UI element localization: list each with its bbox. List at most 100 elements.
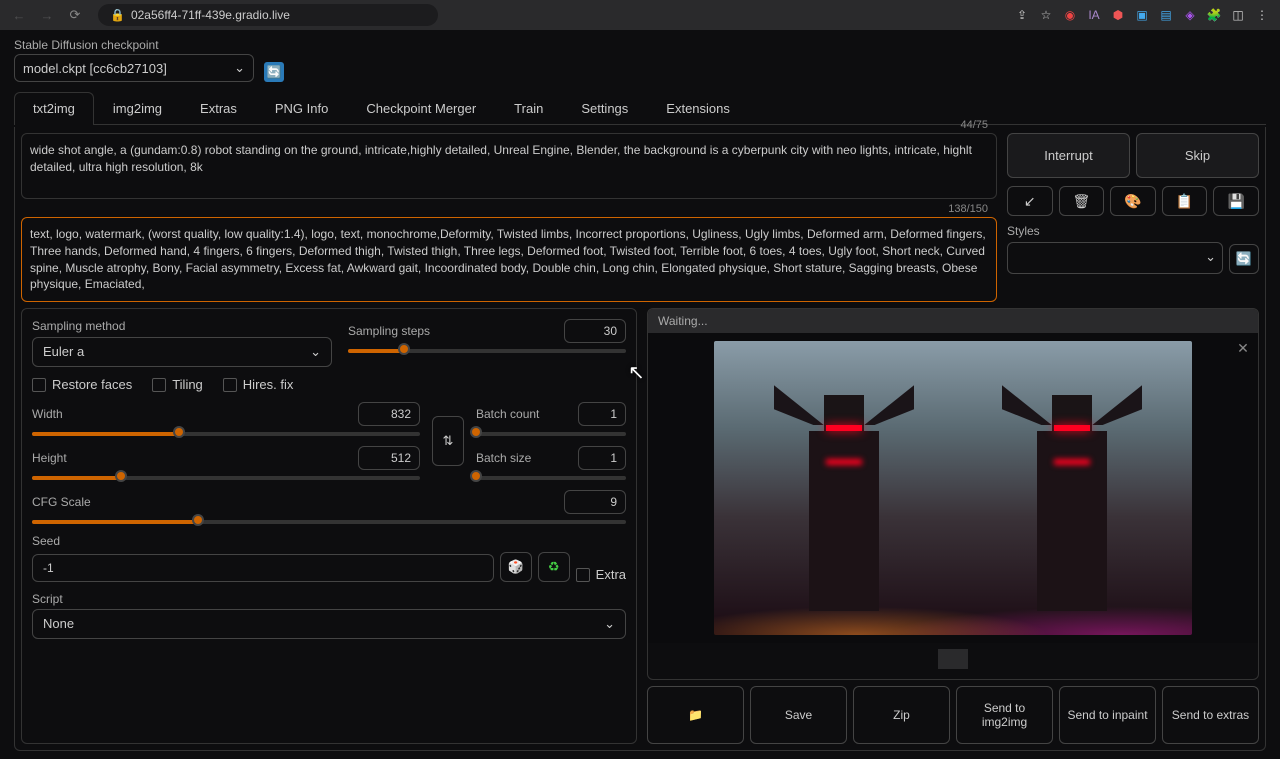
checkpoint-group: Stable Diffusion checkpoint model.ckpt [… <box>14 38 254 82</box>
batch-size-label: Batch size <box>476 451 531 465</box>
styles-select[interactable]: ⌄ <box>1007 242 1223 274</box>
prompt-textarea[interactable]: 44/75 wide shot angle, a (gundam:0.8) ro… <box>21 133 997 199</box>
width-slider[interactable] <box>32 432 420 436</box>
swap-dimensions-button[interactable]: ⇅ <box>432 416 464 466</box>
skip-button[interactable]: Skip <box>1136 133 1259 178</box>
negative-counter: 138/150 <box>948 203 988 215</box>
save-button[interactable]: Save <box>750 686 847 744</box>
tab-img2img[interactable]: img2img <box>94 92 181 124</box>
ext5-icon[interactable]: ▤ <box>1156 5 1176 25</box>
clipboard-button[interactable]: 📋 <box>1162 186 1208 216</box>
cfg-value[interactable]: 9 <box>564 490 626 514</box>
sampling-steps-group: Sampling steps 30 <box>348 319 626 367</box>
negative-text: text, logo, watermark, (worst quality, l… <box>30 226 988 293</box>
trash-button[interactable]: 🗑 <box>1059 186 1105 216</box>
cfg-slider[interactable] <box>32 520 626 524</box>
hires-fix-checkbox[interactable]: Hires. fix <box>223 377 294 392</box>
sampling-method-label: Sampling method <box>32 319 332 333</box>
width-label: Width <box>32 407 63 421</box>
forward-button[interactable]: → <box>36 4 58 26</box>
seed-label: Seed <box>32 534 626 548</box>
chevron-down-icon: ⌄ <box>310 344 321 360</box>
star-icon[interactable]: ☆ <box>1036 5 1056 25</box>
batch-count-value[interactable]: 1 <box>578 402 626 426</box>
sampling-steps-label: Sampling steps <box>348 324 430 338</box>
tab-pnginfo[interactable]: PNG Info <box>256 92 347 124</box>
script-value: None <box>43 616 74 632</box>
ext1-icon[interactable]: ◉ <box>1060 5 1080 25</box>
tiling-checkbox[interactable]: Tiling <box>152 377 203 392</box>
ext6-icon[interactable]: ◈ <box>1180 5 1200 25</box>
art-button[interactable]: 🎨 <box>1110 186 1156 216</box>
batch-count-slider[interactable] <box>476 432 626 436</box>
ext4-icon[interactable]: ▣ <box>1132 5 1152 25</box>
arrow-button[interactable]: ↙ <box>1007 186 1053 216</box>
negative-prompt-textarea[interactable]: 138/150 text, logo, watermark, (worst qu… <box>21 217 997 302</box>
restore-faces-checkbox[interactable]: Restore faces <box>32 377 132 392</box>
reload-button[interactable]: ⟳ <box>64 4 86 26</box>
tab-merger[interactable]: Checkpoint Merger <box>347 92 495 124</box>
seed-input[interactable]: -1 <box>32 554 494 582</box>
share-icon[interactable]: ⇪ <box>1012 5 1032 25</box>
script-group: Script None ⌄ <box>32 592 626 639</box>
random-seed-button[interactable]: 🎲 <box>500 552 532 582</box>
batch-size-slider[interactable] <box>476 476 626 480</box>
width-value[interactable]: 832 <box>358 402 420 426</box>
reuse-seed-button[interactable]: ♻ <box>538 552 570 582</box>
ext2-icon[interactable]: IA <box>1084 5 1104 25</box>
tab-extras[interactable]: Extras <box>181 92 256 124</box>
sampling-method-select[interactable]: Euler a ⌄ <box>32 337 332 367</box>
params-panel: Sampling method Euler a ⌄ Sampling steps… <box>21 308 637 744</box>
checkpoint-value: model.ckpt [cc6cb27103] <box>23 61 167 76</box>
lock-icon: 🔒 <box>110 8 125 22</box>
checkpoint-select[interactable]: model.ckpt [cc6cb27103] ⌄ <box>14 54 254 82</box>
checkpoint-row: Stable Diffusion checkpoint model.ckpt [… <box>14 38 1266 82</box>
script-label: Script <box>32 592 626 606</box>
tab-settings[interactable]: Settings <box>562 92 647 124</box>
progress-status: Waiting... <box>648 309 1258 333</box>
tab-train[interactable]: Train <box>495 92 562 124</box>
tab-txt2img[interactable]: txt2img <box>14 92 94 124</box>
tool-buttons: ↙ 🗑 🎨 📋 💾 <box>1007 186 1259 216</box>
batch-count-group: Batch count 1 <box>476 402 626 436</box>
prompt-counter: 44/75 <box>960 119 988 131</box>
menu-icon[interactable]: ⋮ <box>1252 5 1272 25</box>
styles-label: Styles <box>1007 224 1259 238</box>
open-folder-button[interactable]: 📁 <box>647 686 744 744</box>
zip-button[interactable]: Zip <box>853 686 950 744</box>
ext3-icon[interactable]: ⬢ <box>1108 5 1128 25</box>
height-value[interactable]: 512 <box>358 446 420 470</box>
height-slider[interactable] <box>32 476 420 480</box>
puzzle-icon[interactable]: 🧩 <box>1204 5 1224 25</box>
thumbnail-row <box>648 643 1258 679</box>
close-preview-button[interactable]: ✕ <box>1234 339 1252 357</box>
send-inpaint-button[interactable]: Send to inpaint <box>1059 686 1156 744</box>
app-container: Stable Diffusion checkpoint model.ckpt [… <box>0 30 1280 759</box>
tab-extensions[interactable]: Extensions <box>647 92 749 124</box>
extra-seed-checkbox[interactable]: Extra <box>576 567 626 582</box>
main-tabs: txt2img img2img Extras PNG Info Checkpoi… <box>14 92 1266 125</box>
save-style-button[interactable]: 💾 <box>1213 186 1259 216</box>
thumbnail[interactable] <box>938 649 968 669</box>
batch-size-value[interactable]: 1 <box>578 446 626 470</box>
address-bar[interactable]: 🔒 02a56ff4-71ff-439e.gradio.live <box>98 4 438 26</box>
batch-count-label: Batch count <box>476 407 539 421</box>
preview-image[interactable] <box>714 341 1192 635</box>
apply-styles-button[interactable]: 🔄 <box>1229 244 1259 274</box>
left-column: 44/75 wide shot angle, a (gundam:0.8) ro… <box>21 133 1259 744</box>
send-img2img-button[interactable]: Send to img2img <box>956 686 1053 744</box>
back-button[interactable]: ← <box>8 4 30 26</box>
sampling-method-group: Sampling method Euler a ⌄ <box>32 319 332 367</box>
refresh-checkpoint-button[interactable]: 🔄 <box>264 62 284 82</box>
browser-extensions: ⇪ ☆ ◉ IA ⬢ ▣ ▤ ◈ 🧩 ◫ ⋮ <box>1012 5 1272 25</box>
preview-container: ✕ <box>648 333 1258 643</box>
cfg-label: CFG Scale <box>32 495 91 509</box>
send-extras-button[interactable]: Send to extras <box>1162 686 1259 744</box>
script-select[interactable]: None ⌄ <box>32 609 626 639</box>
main-panel: 44/75 wide shot angle, a (gundam:0.8) ro… <box>14 127 1266 751</box>
sampling-steps-slider[interactable] <box>348 349 626 353</box>
width-group: Width 832 <box>32 402 420 436</box>
sidepanel-icon[interactable]: ◫ <box>1228 5 1248 25</box>
interrupt-button[interactable]: Interrupt <box>1007 133 1130 178</box>
sampling-steps-value[interactable]: 30 <box>564 319 626 343</box>
